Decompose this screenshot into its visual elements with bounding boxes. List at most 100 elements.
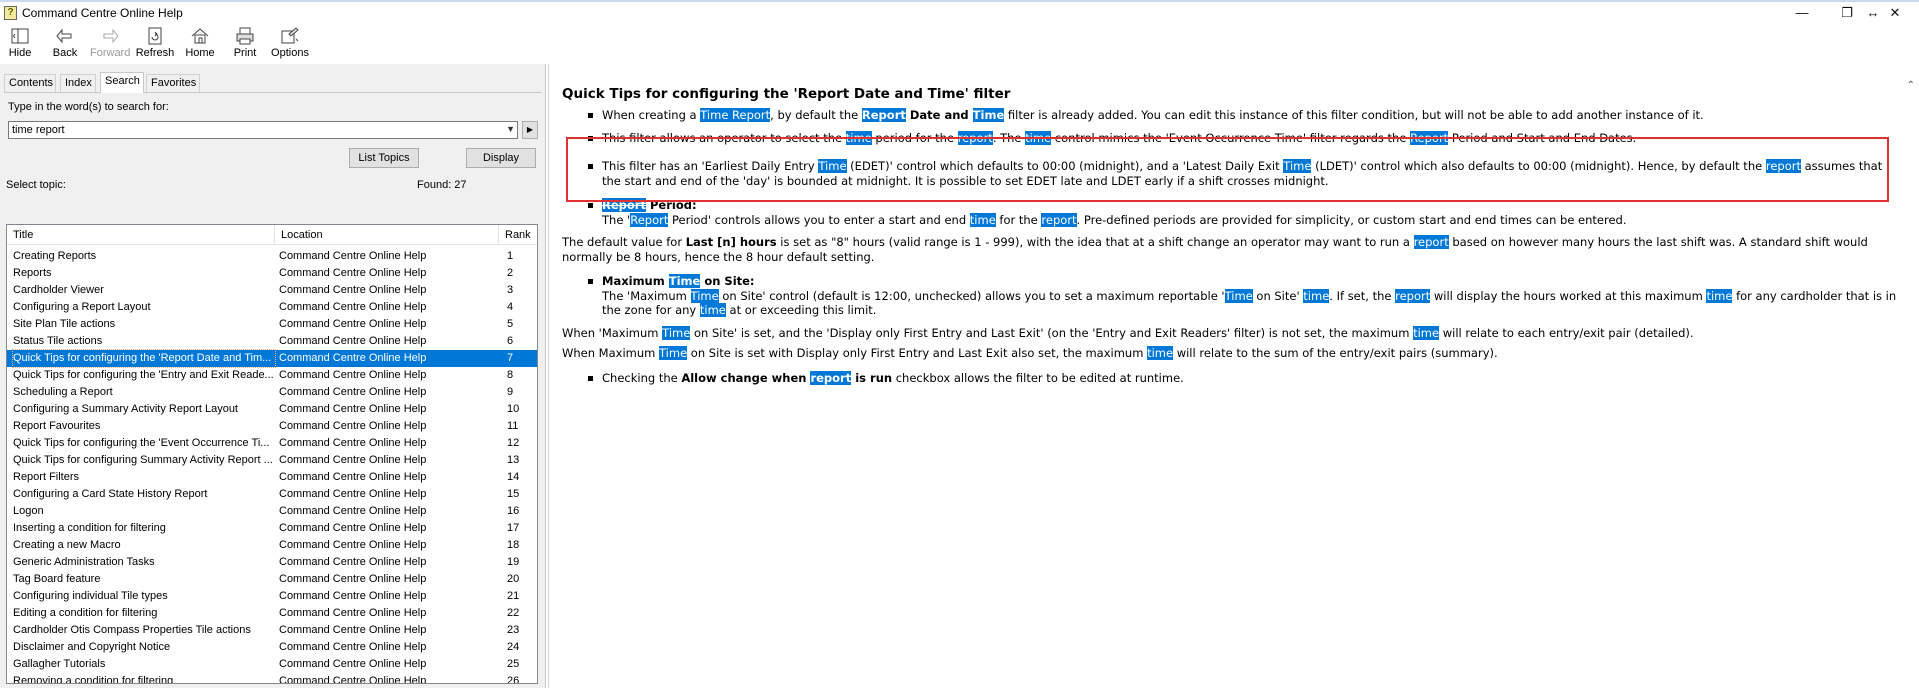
results-rows: Creating Reports Command Centre Online He… xyxy=(7,248,537,683)
scroll-up-icon[interactable]: ⌃ xyxy=(1907,80,1915,91)
column-title[interactable]: Title xyxy=(7,225,275,245)
cell-rank: 7 xyxy=(507,352,514,364)
table-row[interactable]: Configuring a Summary Activity Report La… xyxy=(7,401,537,418)
tab-contents[interactable]: Contents xyxy=(4,74,56,92)
hide-label: Hide xyxy=(8,47,32,59)
cell-title: Site Plan Tile actions xyxy=(13,318,116,330)
tab-search[interactable]: Search xyxy=(100,72,144,93)
search-highlight: Time xyxy=(662,325,691,340)
back-button[interactable]: Back xyxy=(51,26,79,62)
table-row[interactable]: Removing a condition for filtering Comman… xyxy=(7,673,537,683)
table-row[interactable]: Gallagher Tutorials Command Centre Online… xyxy=(7,656,537,673)
cell-title: Creating Reports xyxy=(13,250,97,262)
minimize-icon[interactable]: — xyxy=(1785,3,1819,23)
tab-favorites[interactable]: Favorites xyxy=(146,74,200,92)
bullet-list-2: Maximum Time on Site: The 'Maximum Time o… xyxy=(588,274,1902,318)
text: The default value for xyxy=(562,235,686,249)
table-row[interactable]: Configuring a Card State History Report C… xyxy=(7,486,537,503)
text: When Maximum xyxy=(562,346,659,360)
text: on Site is set with Display only First E… xyxy=(687,346,1148,360)
search-highlight: time xyxy=(1413,325,1440,340)
table-row[interactable]: Configuring individual Tile types Command… xyxy=(7,588,537,605)
hide-button[interactable]: Hide xyxy=(6,26,34,62)
home-button[interactable]: Home xyxy=(184,26,216,62)
display-button[interactable]: Display xyxy=(466,148,536,168)
table-row[interactable]: Editing a condition for filtering Command… xyxy=(7,605,537,622)
column-rank[interactable]: Rank xyxy=(499,225,537,245)
cell-title: Cardholder Viewer xyxy=(13,284,104,296)
cell-rank: 20 xyxy=(507,573,520,585)
table-row[interactable]: Inserting a condition for filtering Comma… xyxy=(7,520,537,537)
cell-rank: 22 xyxy=(507,607,520,619)
print-button[interactable]: Print xyxy=(231,26,259,62)
search-highlight: time xyxy=(699,303,726,317)
table-row[interactable]: Report Favourites Command Centre Online H… xyxy=(7,418,537,435)
topic-content: Quick Tips for configuring the 'Report D… xyxy=(562,86,1902,393)
forward-arrow-icon xyxy=(103,28,119,44)
arrow-right-icon: ▶ xyxy=(526,125,534,134)
table-row[interactable]: Generic Administration Tasks Command Cent… xyxy=(7,554,537,571)
bold-text: Last [n] hours xyxy=(685,235,777,249)
cell-title: Scheduling a Report xyxy=(13,386,113,398)
table-row[interactable]: Configuring a Report Layout Command Centr… xyxy=(7,299,537,316)
text: Period' controls allows you to enter a s… xyxy=(668,212,970,227)
table-row[interactable]: Quick Tips for configuring the 'Entry an… xyxy=(7,367,537,384)
refresh-icon xyxy=(148,27,162,45)
bullet-report-period: Report Period: The 'Report Period' contro… xyxy=(588,198,1902,227)
table-row[interactable]: Cardholder Otis Compass Properties Tile … xyxy=(7,622,537,639)
text: will relate to the sum of the entry/exit… xyxy=(1173,346,1498,360)
cell-rank: 14 xyxy=(507,471,520,483)
table-row[interactable]: Logon Command Centre Online Help 16 xyxy=(7,503,537,520)
search-highlight: Time xyxy=(668,274,701,288)
cell-rank: 17 xyxy=(507,522,520,534)
table-row[interactable]: Creating a new Macro Command Centre Onlin… xyxy=(7,537,537,554)
table-row[interactable]: Tag Board feature Command Centre Online H… xyxy=(7,571,537,588)
text: for the xyxy=(995,212,1042,227)
bold-text: on Site: xyxy=(700,274,755,288)
cell-title: Reports xyxy=(13,267,52,279)
results-list[interactable]: Title Location Rank Creating Reports Comm… xyxy=(6,224,538,684)
search-highlight: Report xyxy=(861,108,906,122)
text: will display the hours worked at this ma… xyxy=(1430,288,1707,303)
cell-title: Creating a new Macro xyxy=(13,539,121,551)
table-row[interactable]: Quick Tips for configuring the 'Event Oc… xyxy=(7,435,537,452)
table-row[interactable]: Status Tile actions Command Centre Online… xyxy=(7,333,537,350)
refresh-button[interactable]: Refresh xyxy=(135,26,175,62)
table-row[interactable]: Scheduling a Report Command Centre Online… xyxy=(7,384,537,401)
table-row[interactable]: Creating Reports Command Centre Online He… xyxy=(7,248,537,265)
list-topics-button[interactable]: List Topics xyxy=(349,148,419,168)
table-row[interactable]: Quick Tips for configuring Summary Activ… xyxy=(7,452,537,469)
cell-location: Command Centre Online Help xyxy=(279,658,427,670)
cell-title: Quick Tips for configuring the 'Event Oc… xyxy=(13,437,270,449)
search-highlight: report xyxy=(1041,212,1077,227)
toolbar: Hide Back Forward Refresh Home Print Opt… xyxy=(0,24,1919,64)
back-arrow-icon xyxy=(56,28,72,44)
topic-heading: Quick Tips for configuring the 'Report D… xyxy=(562,86,1011,102)
table-row[interactable]: Report Filters Command Centre Online Help… xyxy=(7,469,537,486)
table-row[interactable]: Reports Command Centre Online Help 2 xyxy=(7,265,537,282)
search-highlight: report xyxy=(1413,235,1449,249)
search-go-button[interactable]: ▶ xyxy=(522,121,538,139)
forward-button[interactable]: Forward xyxy=(90,26,130,62)
hide-icon xyxy=(11,28,29,44)
search-input[interactable] xyxy=(9,122,497,138)
bold-text: Allow change when xyxy=(681,370,811,385)
text: . Pre-defined periods are provided for s… xyxy=(1076,212,1627,227)
bullet-time-report: When creating a Time Report, by default … xyxy=(588,108,1902,123)
search-highlight: Time xyxy=(690,288,719,303)
cell-rank: 18 xyxy=(507,539,520,551)
table-row[interactable]: Site Plan Tile actions Command Centre Onl… xyxy=(7,316,537,333)
forward-label: Forward xyxy=(90,47,131,59)
options-button[interactable]: Options xyxy=(270,26,310,62)
tab-index[interactable]: Index xyxy=(60,74,96,92)
table-row[interactable]: Quick Tips for configuring the 'Report D… xyxy=(7,349,537,368)
close-icon[interactable]: ✕ xyxy=(1878,3,1912,23)
table-row[interactable]: Cardholder Viewer Command Centre Online H… xyxy=(7,282,537,299)
table-row[interactable]: Disclaimer and Copyright Notice Command C… xyxy=(7,639,537,656)
text: at or exceeding this limit. xyxy=(725,303,877,317)
cell-title: Editing a condition for filtering xyxy=(13,607,158,619)
chevron-down-icon[interactable]: ▼ xyxy=(506,124,515,134)
column-location[interactable]: Location xyxy=(275,225,499,245)
search-combo[interactable]: ▼ xyxy=(8,121,518,139)
navigation-pane: Contents Index Search Favorites Type in … xyxy=(0,64,546,688)
